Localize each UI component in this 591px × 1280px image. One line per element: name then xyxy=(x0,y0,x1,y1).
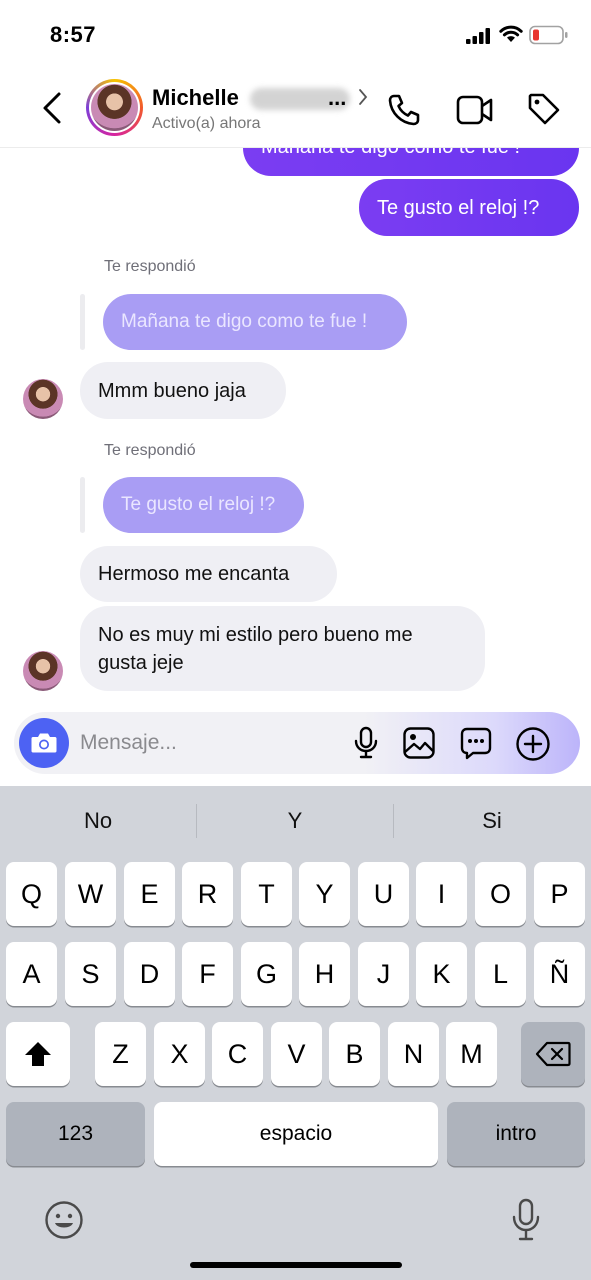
key-k[interactable]: K xyxy=(416,942,467,1006)
chat-header: Michelle ... Activo(a) ahora xyxy=(0,70,591,148)
message-text-line: No es muy mi estilo pero bueno me xyxy=(98,623,413,646)
key-q[interactable]: Q xyxy=(6,862,57,926)
back-icon[interactable] xyxy=(38,90,66,126)
message-text: Te gusto el reloj !? xyxy=(377,196,540,219)
space-key[interactable]: espacio xyxy=(154,1102,438,1166)
message-text: Hermoso me encanta xyxy=(98,563,290,585)
message-composer xyxy=(14,712,580,774)
plus-icon[interactable] xyxy=(515,726,551,762)
sent-message[interactable]: Mañana te digo como te fue ! xyxy=(243,148,579,176)
message-text: Mmm bueno jaja xyxy=(98,379,246,402)
suggestion-item[interactable]: Si xyxy=(394,808,590,834)
status-bar: 8:57 xyxy=(0,0,591,70)
key-z[interactable]: Z xyxy=(95,1022,146,1086)
microphone-icon[interactable] xyxy=(352,726,380,760)
key-a[interactable]: A xyxy=(6,942,57,1006)
key-n[interactable]: N xyxy=(388,1022,439,1086)
key-s[interactable]: S xyxy=(65,942,116,1006)
received-message[interactable]: No es muy mi estilo pero bueno me gusta … xyxy=(80,606,485,691)
sent-message[interactable]: Te gusto el reloj !? xyxy=(359,179,579,236)
key-w[interactable]: W xyxy=(65,862,116,926)
predictive-suggestions: No Y Si xyxy=(0,786,591,858)
tag-icon[interactable] xyxy=(526,91,562,127)
name-ellipsis: ... xyxy=(328,85,347,110)
key-g[interactable]: G xyxy=(241,942,292,1006)
reply-label: Te respondió xyxy=(104,258,196,275)
message-text-line: gusta jeje xyxy=(98,651,184,674)
reply-indicator-bar xyxy=(80,477,85,533)
suggestion-item[interactable]: Y xyxy=(197,808,393,834)
status-time: 8:57 xyxy=(50,22,97,47)
delete-key[interactable] xyxy=(521,1022,585,1086)
contact-avatar[interactable] xyxy=(86,79,143,136)
chevron-right-icon[interactable] xyxy=(356,87,370,107)
received-message[interactable]: Hermoso me encanta xyxy=(80,546,337,602)
gallery-icon[interactable] xyxy=(402,726,436,760)
key-d[interactable]: D xyxy=(124,942,175,1006)
return-key[interactable]: intro xyxy=(447,1102,585,1166)
key-u[interactable]: U xyxy=(358,862,409,926)
keyboard: No Y Si Q W E R T Y U I O P A S D F G H … xyxy=(0,786,591,1280)
cellular-signal-icon xyxy=(466,28,490,44)
received-message[interactable]: Mmm bueno jaja xyxy=(80,362,286,419)
key-y[interactable]: Y xyxy=(299,862,350,926)
phone-icon[interactable] xyxy=(386,92,422,128)
key-l[interactable]: L xyxy=(475,942,526,1006)
sticker-icon[interactable] xyxy=(459,726,493,760)
key-b[interactable]: B xyxy=(329,1022,380,1086)
camera-icon xyxy=(31,733,57,753)
quoted-message[interactable]: Te gusto el reloj !? xyxy=(103,477,304,533)
message-input[interactable] xyxy=(80,727,340,759)
key-m[interactable]: M xyxy=(446,1022,497,1086)
key-h[interactable]: H xyxy=(299,942,350,1006)
wifi-icon xyxy=(499,25,523,42)
quoted-text: Mañana te digo como te fue ! xyxy=(121,311,368,332)
key-v[interactable]: V xyxy=(271,1022,322,1086)
key-x[interactable]: X xyxy=(154,1022,205,1086)
avatar-photo xyxy=(91,84,138,131)
key-j[interactable]: J xyxy=(358,942,409,1006)
suggestion-item[interactable]: No xyxy=(0,808,196,834)
key-n-tilde[interactable]: Ñ xyxy=(534,942,585,1006)
key-e[interactable]: E xyxy=(124,862,175,926)
contact-status: Activo(a) ahora xyxy=(152,115,261,132)
delete-icon xyxy=(535,1041,571,1067)
camera-button[interactable] xyxy=(19,718,69,768)
message-list[interactable]: Mañana te digo como te fue ! Te gusto el… xyxy=(0,148,591,708)
reply-label: Te respondió xyxy=(104,442,196,459)
key-i[interactable]: I xyxy=(416,862,467,926)
key-p[interactable]: P xyxy=(534,862,585,926)
sender-avatar[interactable] xyxy=(23,651,63,691)
numbers-key[interactable]: 123 xyxy=(6,1102,145,1166)
quoted-text: Te gusto el reloj !? xyxy=(121,494,276,515)
sender-avatar[interactable] xyxy=(23,379,63,419)
reply-indicator-bar xyxy=(80,294,85,350)
key-f[interactable]: F xyxy=(182,942,233,1006)
key-t[interactable]: T xyxy=(241,862,292,926)
message-text: Mañana te digo como te fue ! xyxy=(261,148,520,161)
video-camera-icon[interactable] xyxy=(456,94,494,126)
quoted-message[interactable]: Mañana te digo como te fue ! xyxy=(103,294,407,350)
emoji-icon[interactable] xyxy=(44,1200,84,1240)
battery-icon xyxy=(529,25,568,45)
contact-name[interactable]: Michelle xyxy=(152,85,239,111)
dictation-icon[interactable] xyxy=(510,1198,542,1242)
shift-icon xyxy=(25,1042,51,1066)
key-c[interactable]: C xyxy=(212,1022,263,1086)
shift-key[interactable] xyxy=(6,1022,70,1086)
key-r[interactable]: R xyxy=(182,862,233,926)
key-o[interactable]: O xyxy=(475,862,526,926)
home-indicator[interactable] xyxy=(190,1262,402,1268)
